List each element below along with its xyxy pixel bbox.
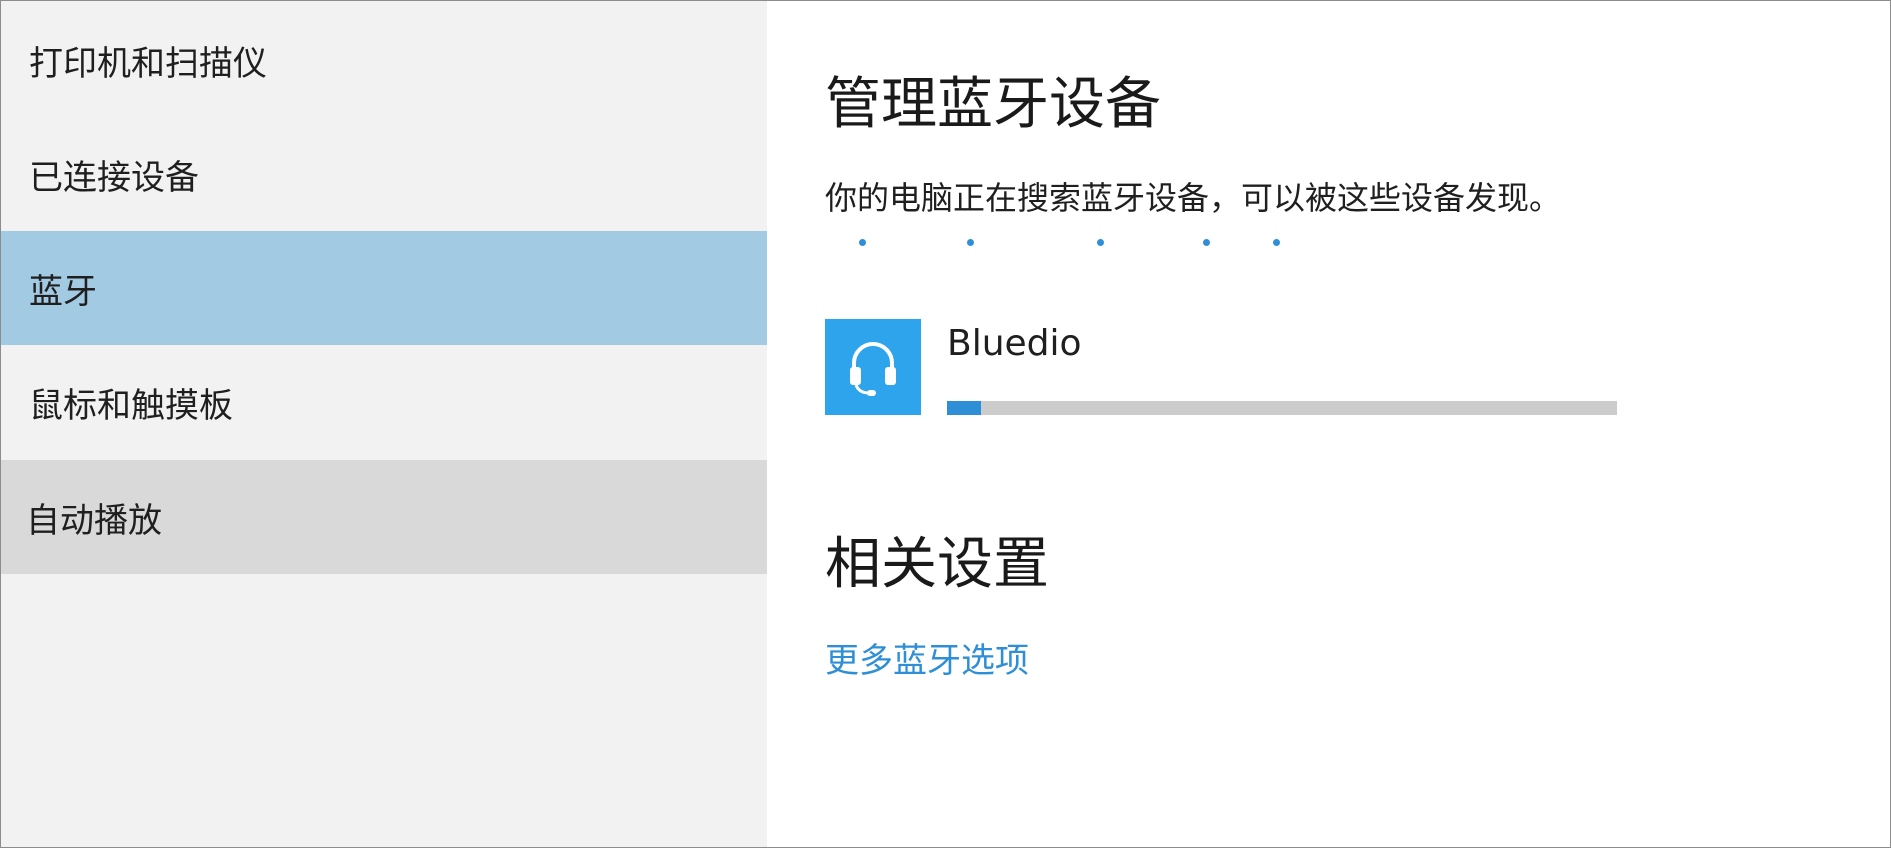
sidebar-item-mouse-touchpad[interactable]: 鼠标和触摸板	[1, 345, 767, 459]
searching-dot	[1203, 239, 1210, 246]
sidebar-item-label: 自动播放	[26, 500, 162, 541]
main-content: 管理蓝牙设备 你的电脑正在搜索蓝牙设备，可以被这些设备发现。 Bluedio 相…	[767, 1, 1890, 847]
pairing-progress-fill	[947, 401, 981, 415]
search-status-text: 你的电脑正在搜索蓝牙设备，可以被这些设备发现。	[825, 179, 1562, 217]
related-settings-title: 相关设置	[825, 532, 1049, 597]
pairing-progress-bar	[947, 401, 1617, 415]
sidebar-item-label: 鼠标和触摸板	[29, 385, 233, 426]
sidebar-item-connected-devices[interactable]: 已连接设备	[1, 117, 767, 231]
page-title: 管理蓝牙设备	[825, 72, 1161, 137]
sidebar-item-autoplay[interactable]: 自动播放	[1, 460, 767, 574]
searching-dot	[859, 239, 866, 246]
sidebar-item-label: 蓝牙	[29, 271, 97, 312]
sidebar-item-printers-scanners[interactable]: 打印机和扫描仪	[1, 3, 767, 117]
settings-window: 打印机和扫描仪 已连接设备 蓝牙 鼠标和触摸板 自动播放 管理蓝牙设备 你的电脑…	[0, 0, 1891, 848]
sidebar-item-label: 打印机和扫描仪	[29, 43, 267, 84]
sidebar-item-label: 已连接设备	[29, 157, 199, 198]
device-item-bluedio[interactable]: Bluedio	[825, 319, 1625, 415]
searching-dot	[1097, 239, 1104, 246]
more-bluetooth-options-link[interactable]: 更多蓝牙选项	[825, 633, 1029, 682]
sidebar-item-bluetooth[interactable]: 蓝牙	[1, 231, 767, 345]
sidebar: 打印机和扫描仪 已连接设备 蓝牙 鼠标和触摸板 自动播放	[1, 1, 767, 847]
headset-icon	[825, 319, 921, 415]
searching-dot	[967, 239, 974, 246]
searching-dot	[1273, 239, 1280, 246]
device-name: Bluedio	[947, 323, 1082, 364]
